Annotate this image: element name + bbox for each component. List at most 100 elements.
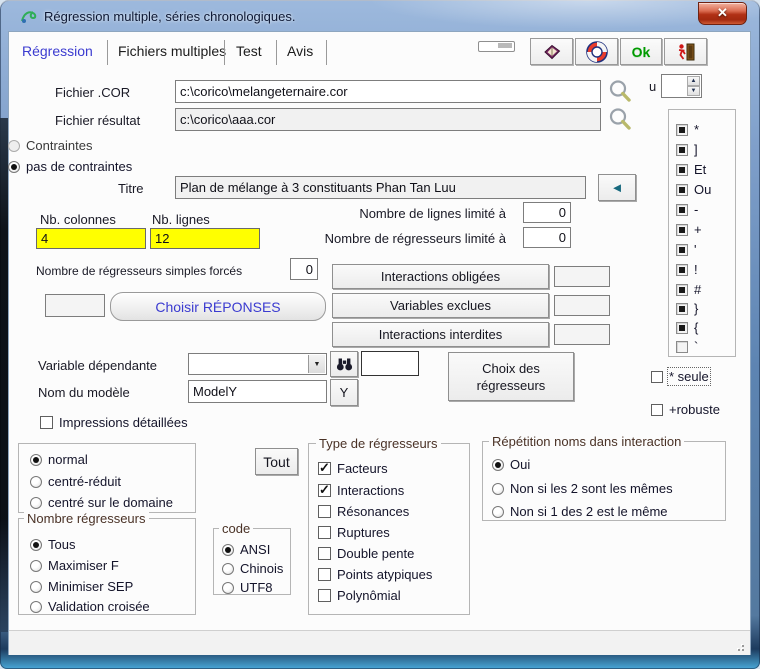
checkbox-icon[interactable] [318,526,331,539]
interactions-interdites-field[interactable] [554,324,610,345]
lignes-limite-input[interactable] [523,202,571,223]
tab-regression[interactable]: Régression [22,43,93,59]
radio-chinois[interactable]: Chinois [222,561,283,576]
checkbox-icon[interactable] [676,124,688,136]
checkbox-icon[interactable] [651,404,663,416]
search-variable-button[interactable] [330,351,358,377]
checkbox-icon[interactable] [318,484,331,497]
ok-button[interactable]: Ok [620,38,662,65]
fichier-cor-input[interactable] [175,80,601,103]
interactions-obligees-button[interactable]: Interactions obligées [332,264,549,289]
tab-fichiers-multiples[interactable]: Fichiers multiples [118,43,226,59]
simples-forces-input[interactable] [290,258,318,280]
exit-button[interactable] [664,38,707,65]
radio-contraintes[interactable]: Contraintes [8,138,92,153]
checkbox-icon[interactable] [40,416,53,429]
reponses-count-field[interactable] [45,294,105,317]
special-char-option[interactable]: + [676,222,702,237]
checkbox-icon[interactable] [318,462,331,475]
spin-down-icon[interactable]: ▼ [687,86,700,96]
impressions-detaillees-checkbox[interactable]: Impressions détaillées [40,415,188,430]
variable-dependante-field[interactable] [361,351,419,376]
radio-icon[interactable] [492,459,504,471]
checkbox-icon[interactable] [676,303,688,315]
y-button[interactable]: Y [330,379,358,406]
variables-exclues-button[interactable]: Variables exclues [332,293,549,318]
special-char-option[interactable]: Et [676,162,706,177]
tab-avis[interactable]: Avis [287,43,313,59]
radio-non-2-memes[interactable]: Non si les 2 sont les mêmes [492,481,673,496]
titre-input[interactable] [175,176,586,199]
radio-icon[interactable] [30,454,42,466]
checkbox-icon[interactable] [318,589,331,602]
checkbox-icon[interactable] [676,164,688,176]
checkbox-icon[interactable] [676,284,688,296]
variables-exclues-field[interactable] [554,295,610,316]
radio-icon[interactable] [222,563,234,575]
radio-icon[interactable] [8,161,20,173]
u-spinner[interactable]: ▲ ▼ [661,74,702,98]
browse-cor-magnifier-icon[interactable] [606,78,634,106]
radio-icon[interactable] [30,476,42,488]
chevron-down-icon[interactable]: ▼ [308,355,325,373]
resize-grip[interactable] [734,641,744,651]
checkbox-icon[interactable] [318,547,331,560]
radio-icon[interactable] [30,581,42,593]
nom-modele-input[interactable] [188,380,327,403]
checkbox-points-atypiques[interactable]: Points atypiques [318,567,432,582]
checkbox-icon[interactable] [318,568,331,581]
radio-minimiser-sep[interactable]: Minimiser SEP [30,579,133,594]
special-char-option[interactable]: * [676,122,699,137]
checkbox-icon[interactable] [676,144,688,156]
checkbox-icon[interactable] [676,244,688,256]
radio-icon[interactable] [492,483,504,495]
checkbox-resonances[interactable]: Résonances [318,504,409,519]
manual-button[interactable] [530,38,573,65]
close-button[interactable]: ✕ [698,2,747,25]
radio-icon[interactable] [30,560,42,572]
radio-tous[interactable]: Tous [30,537,75,552]
robuste-checkbox[interactable]: +robuste [651,402,720,417]
choix-regresseurs-button[interactable]: Choix des régresseurs [448,352,574,401]
checkbox-icon[interactable] [318,505,331,518]
browse-result-magnifier-icon[interactable] [606,106,634,134]
radio-icon[interactable] [492,506,504,518]
special-char-option[interactable]: # [676,282,701,297]
checkbox-ruptures[interactable]: Ruptures [318,525,390,540]
radio-icon[interactable] [30,497,42,509]
spin-up-icon[interactable]: ▲ [687,76,700,86]
tab-test[interactable]: Test [236,43,262,59]
choisir-reponses-button[interactable]: Choisir RÉPONSES [110,292,326,321]
checkbox-icon[interactable] [676,322,688,334]
special-char-option[interactable]: ! [676,262,698,277]
radio-utf8[interactable]: UTF8 [222,580,273,595]
checkbox-facteurs[interactable]: Facteurs [318,461,388,476]
help-button[interactable] [575,38,618,65]
radio-ansi[interactable]: ANSI [222,542,270,557]
radio-oui[interactable]: Oui [492,457,530,472]
radio-pas-de-contraintes[interactable]: pas de contraintes [8,159,132,174]
special-char-option[interactable]: ` [676,339,698,354]
radio-normal[interactable]: normal [30,452,88,467]
interactions-interdites-button[interactable]: Interactions interdites [332,322,549,347]
regresseurs-limite-input[interactable] [523,227,571,248]
special-char-option[interactable]: - [676,202,698,217]
star-seule-checkbox[interactable]: * seule [651,369,709,384]
checkbox-icon[interactable] [676,204,688,216]
radio-icon[interactable] [222,544,234,556]
special-char-option[interactable]: } [676,301,698,316]
radio-validation-croisee[interactable]: Validation croisée [30,599,150,614]
radio-icon[interactable] [8,140,20,152]
titre-back-button[interactable]: ◄ [598,174,636,201]
radio-centre-domaine[interactable]: centré sur le domaine [30,495,173,510]
special-char-option[interactable]: ] [676,142,698,157]
variable-dependante-combo[interactable]: ▼ [188,353,327,375]
radio-icon[interactable] [30,539,42,551]
nb-colonnes-input[interactable] [36,228,146,249]
checkbox-interactions[interactable]: Interactions [318,483,404,498]
special-char-option[interactable]: ' [676,242,696,257]
radio-centre-reduit[interactable]: centré-réduit [30,474,121,489]
tout-button[interactable]: Tout [255,448,298,475]
fichier-resultat-input[interactable] [175,108,601,131]
checkbox-icon[interactable] [676,224,688,236]
